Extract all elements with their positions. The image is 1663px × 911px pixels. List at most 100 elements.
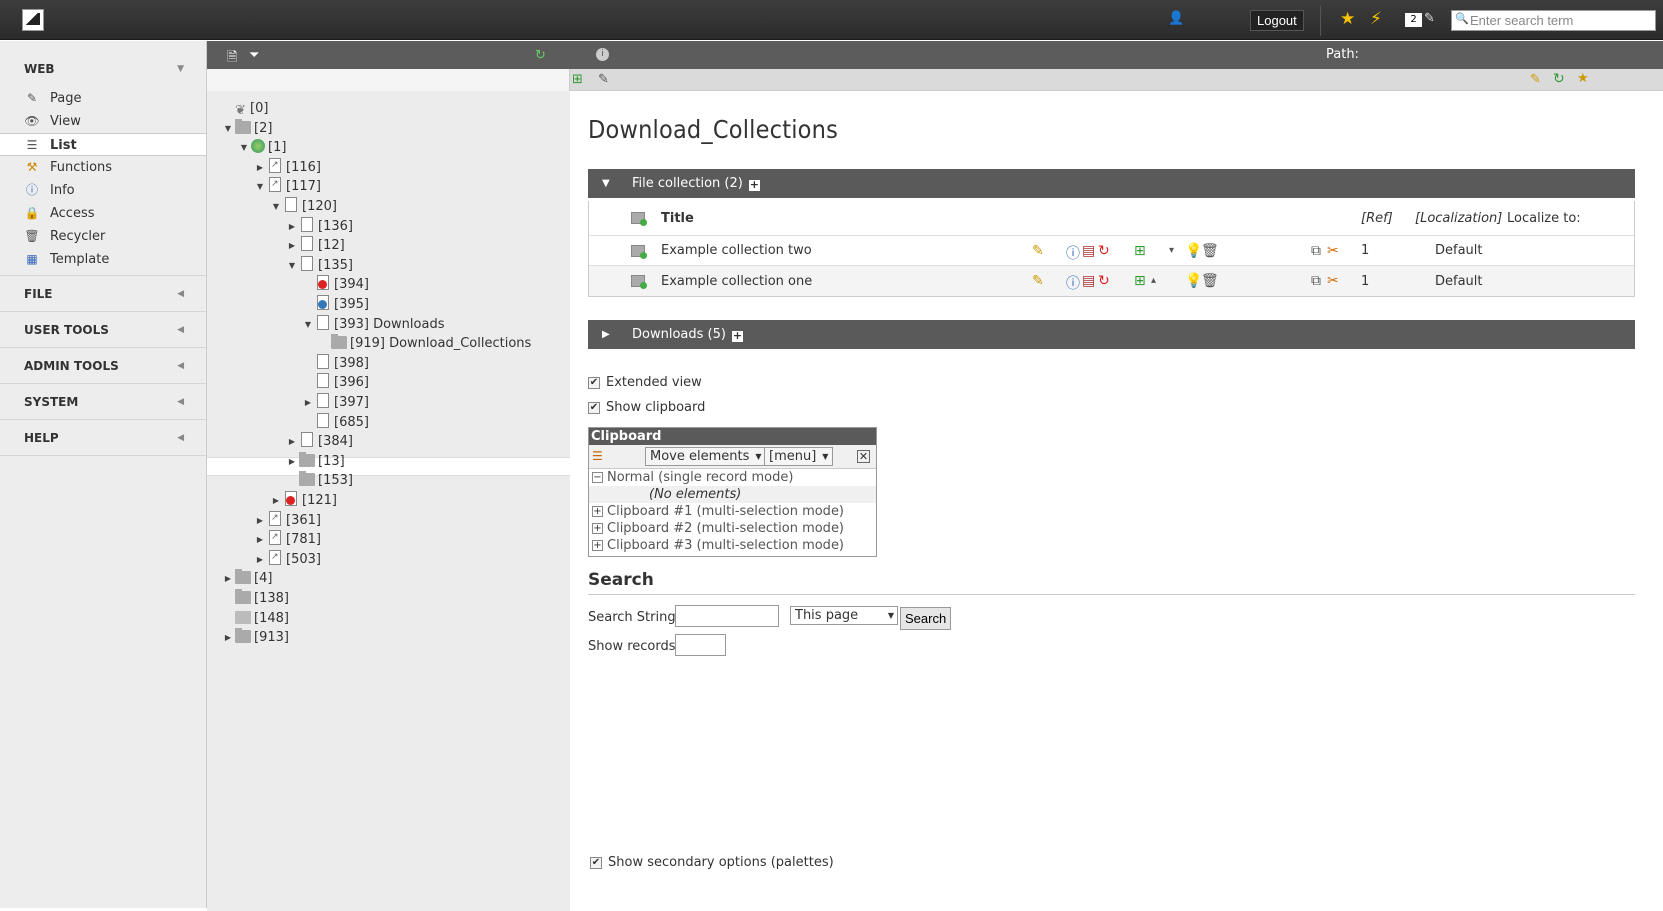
tree-node-label[interactable]: [121] <box>302 493 337 508</box>
refresh-tree-icon[interactable]: ↻ <box>535 48 546 63</box>
tree-node[interactable]: ▶ [116] <box>255 156 321 177</box>
page-icon[interactable] <box>301 432 313 448</box>
tree-node[interactable]: [395] <box>303 295 369 314</box>
tree-node[interactable]: [148] <box>223 609 289 628</box>
tree-node[interactable]: [153] <box>287 471 353 490</box>
page-properties-icon[interactable]: ✎ <box>1530 72 1541 87</box>
tree-node-label[interactable]: [396] <box>334 375 369 390</box>
edit-page-icon[interactable]: ✎ <box>598 72 609 87</box>
tree-expand-icon[interactable]: ▶ <box>271 491 281 510</box>
history-icon[interactable]: ▤ <box>1082 243 1095 259</box>
module-item-recycler[interactable]: 🗑 Recycler <box>0 225 206 248</box>
tree-node-label[interactable]: [138] <box>254 591 289 606</box>
tree-expand-icon[interactable]: ▶ <box>223 569 233 588</box>
tree-node[interactable]: ▶ [121] <box>271 491 337 510</box>
task-edit-icon[interactable]: ✎ <box>1424 11 1435 26</box>
module-item-list[interactable]: ☰ List <box>0 133 206 156</box>
module-item-view[interactable]: 👁 View <box>0 110 206 133</box>
clear-clipboard-icon[interactable]: ✕ <box>857 450 870 463</box>
folder-icon[interactable] <box>235 118 251 134</box>
module-group-web[interactable]: WEB ▼ <box>0 51 206 87</box>
history-icon[interactable]: ▤ <box>1082 273 1095 289</box>
page-icon[interactable] <box>317 412 329 428</box>
pagelink-icon[interactable] <box>269 156 281 175</box>
page-icon[interactable] <box>301 236 313 252</box>
tree-node-label[interactable]: [153] <box>318 473 353 488</box>
tree-expand-icon[interactable]: ▶ <box>287 236 297 255</box>
tree-node[interactable]: ▶ [13] <box>287 451 345 471</box>
copy-icon[interactable]: ⧉ <box>1311 273 1321 289</box>
show-clipboard-checkbox[interactable]: ✔ <box>588 401 600 414</box>
collection-record-icon[interactable] <box>631 244 647 259</box>
clipboard-list-icon[interactable]: ☰ <box>592 449 603 463</box>
tree-node-label[interactable]: [397] <box>334 395 369 410</box>
tree-node[interactable]: ▶ [4] <box>223 569 272 588</box>
folder-icon[interactable] <box>331 334 347 350</box>
tree-node[interactable]: ▼ [120] <box>271 197 337 216</box>
revert-icon[interactable]: ↻ <box>1098 273 1110 289</box>
move-up-icon[interactable]: ▴ <box>1151 275 1156 286</box>
new-collection-icon[interactable] <box>631 212 647 226</box>
module-group-system[interactable]: SYSTEM ◀ <box>0 384 206 420</box>
pagered-icon[interactable] <box>285 491 297 506</box>
move-elements-select[interactable]: Move elements <box>645 447 767 466</box>
cut-scissors-icon[interactable]: ✂ <box>1327 273 1339 289</box>
edit-pencil-icon[interactable]: ✎ <box>1032 273 1044 289</box>
collapse-triangle-icon[interactable]: ▼ <box>602 169 610 198</box>
tree-node[interactable]: ▶ [913] <box>223 628 289 647</box>
tree-node[interactable]: ▼ [2] <box>223 118 272 138</box>
clipboard-pad-3[interactable]: + Clipboard #3 (multi-selection mode) <box>589 537 876 554</box>
expand-box-icon[interactable]: + <box>592 540 603 551</box>
pagelink-icon[interactable] <box>269 509 281 528</box>
add-record-icon[interactable]: + <box>748 179 760 191</box>
folder-icon[interactable] <box>299 471 315 487</box>
record-info-icon[interactable]: ⓘ <box>1066 243 1080 263</box>
tree-node-label[interactable]: [135] <box>318 258 353 273</box>
tree-node[interactable]: [919] Download_Collections <box>319 334 531 353</box>
page-icon[interactable] <box>317 373 329 389</box>
tree-node-label[interactable]: [0] <box>250 101 268 116</box>
page-icon[interactable] <box>317 314 329 330</box>
tree-node-label[interactable]: [12] <box>318 238 345 253</box>
logout-button[interactable]: Logout <box>1250 10 1304 31</box>
tree-node-label[interactable]: [919] Download_Collections <box>350 336 531 351</box>
tree-node-label[interactable]: [685] <box>334 415 369 430</box>
tree-node-label[interactable]: [395] <box>334 297 369 312</box>
tree-node[interactable]: ▼ [393] Downloads <box>303 314 444 334</box>
page-info-icon[interactable]: i <box>596 48 609 61</box>
tree-node[interactable]: ▼ [135] <box>287 255 353 275</box>
shortcut-star-icon[interactable]: ★ <box>1577 71 1589 86</box>
expand-box-icon[interactable]: + <box>592 523 603 534</box>
tree-node-label[interactable]: [2] <box>254 121 272 136</box>
module-group-file[interactable]: FILE ◀ <box>0 276 206 312</box>
module-item-access[interactable]: 🔒 Access <box>0 202 206 225</box>
tree-node-label[interactable]: [13] <box>318 454 345 469</box>
pagelink-icon[interactable] <box>269 175 281 194</box>
tree-node-label[interactable]: [913] <box>254 630 289 645</box>
page-icon[interactable] <box>317 353 329 369</box>
file-collection-header[interactable]: ▼ File collection (2) + <box>588 169 1635 198</box>
tree-node-label[interactable]: [361] <box>286 513 321 528</box>
pageblue-icon[interactable] <box>317 295 329 310</box>
tree-node-label[interactable]: [384] <box>318 434 353 449</box>
flush-cache-icon[interactable]: ⚡ <box>1370 9 1382 29</box>
module-group-user-tools[interactable]: USER TOOLS ◀ <box>0 312 206 348</box>
extended-view-checkbox[interactable]: ✔ <box>588 376 600 389</box>
search-string-input[interactable] <box>675 605 779 627</box>
module-group-admin-tools[interactable]: ADMIN TOOLS ◀ <box>0 348 206 384</box>
search-scope-select[interactable]: This page <box>790 606 898 625</box>
folder-icon[interactable] <box>235 569 251 585</box>
row-title[interactable]: Example collection two <box>661 236 812 265</box>
tree-node[interactable]: ▼ [1] <box>239 138 286 157</box>
tree-collapse-icon[interactable]: ▼ <box>255 177 265 196</box>
revert-icon[interactable]: ↻ <box>1098 243 1110 259</box>
tree-node[interactable]: ▶ [503] <box>255 548 321 569</box>
tree-expand-icon[interactable]: ▶ <box>287 217 297 236</box>
typo3-logo[interactable] <box>22 9 44 31</box>
tree-collapse-icon[interactable]: ▼ <box>287 256 297 275</box>
tree-node-label[interactable]: [394] <box>334 277 369 292</box>
module-item-info[interactable]: ⓘ Info <box>0 179 206 202</box>
tree-node[interactable]: ▶ [397] <box>303 393 369 412</box>
tree-node[interactable]: [398] <box>303 353 369 373</box>
page-icon[interactable] <box>301 216 313 232</box>
